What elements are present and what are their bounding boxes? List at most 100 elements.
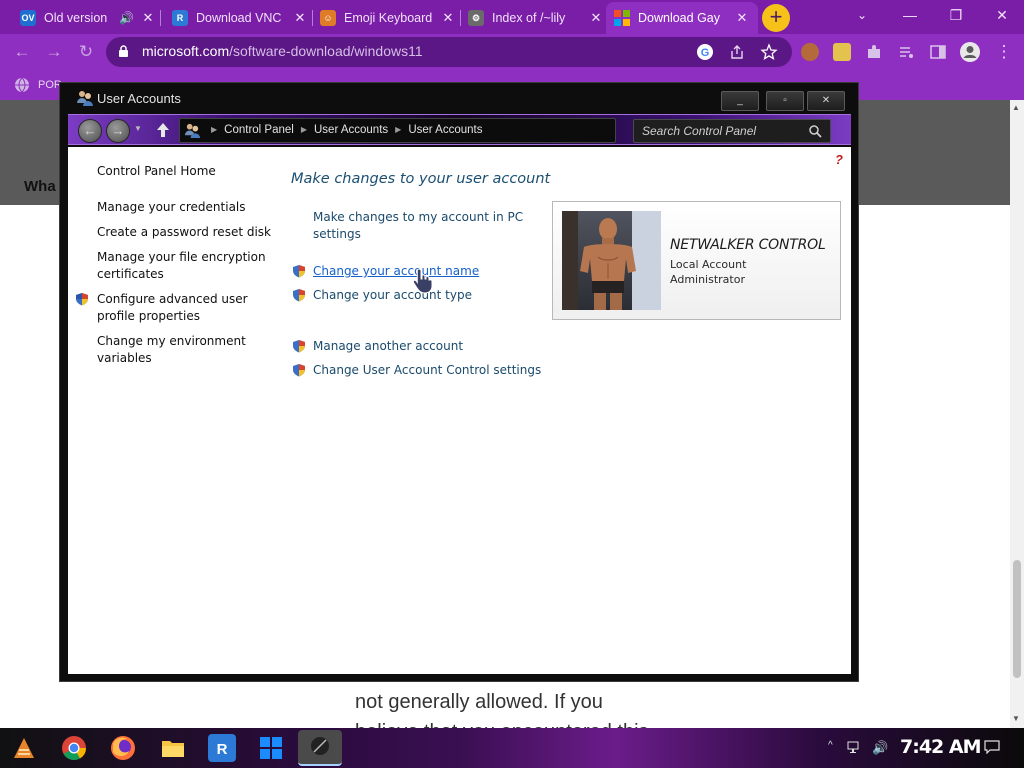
breadcrumb[interactable]: ▶ Control Panel ▶ User Accounts ▶ User Accoun… bbox=[179, 118, 616, 143]
manage-another-account-link[interactable]: Manage another account bbox=[313, 338, 463, 355]
new-tab-button[interactable]: + bbox=[762, 4, 790, 32]
network-icon[interactable] bbox=[847, 740, 863, 754]
browser-toolbar: ← → ↻ microsoft.com/software-download/wi… bbox=[0, 34, 1024, 70]
uac-shield-icon bbox=[293, 340, 305, 353]
url-text: microsoft.com/software-download/windows1… bbox=[142, 43, 423, 59]
close-browser-button[interactable]: ✕ bbox=[982, 4, 1022, 28]
webpage-text-line: not generally allowed. If you bbox=[355, 691, 603, 713]
browser-menu-icon[interactable]: ⋮ bbox=[990, 38, 1018, 66]
create-password-reset-disk-link[interactable]: Create a password reset disk bbox=[97, 224, 271, 241]
link-line: Manage your file encryption bbox=[97, 250, 266, 264]
webpage-scrollbar[interactable]: ▲ ▼ bbox=[1010, 100, 1024, 728]
control-panel-content: ? Control Panel Home Manage your credent… bbox=[68, 147, 851, 674]
address-bar[interactable]: microsoft.com/software-download/windows1… bbox=[106, 37, 792, 67]
search-placeholder: Search Control Panel bbox=[642, 124, 757, 138]
minimize-browser-button[interactable]: — bbox=[890, 4, 930, 28]
close-window-button[interactable]: ✕ bbox=[807, 91, 845, 111]
breadcrumb-user-accounts-current[interactable]: User Accounts bbox=[408, 124, 482, 136]
bookmark-star-icon[interactable] bbox=[760, 43, 778, 61]
windows-start-icon[interactable] bbox=[257, 734, 285, 762]
profile-avatar-icon[interactable] bbox=[959, 41, 981, 63]
taskbar-clock[interactable]: 7:42 AM bbox=[900, 736, 981, 758]
uac-shield-icon bbox=[293, 364, 305, 377]
tab-search-icon[interactable]: ⌄ bbox=[842, 4, 882, 28]
chrome-icon[interactable] bbox=[60, 734, 88, 762]
tab-download-vnc[interactable]: R Download VNC ✕ bbox=[164, 2, 316, 34]
maximize-window-button[interactable]: ▫ bbox=[766, 91, 804, 111]
control-panel-home-link[interactable]: Control Panel Home bbox=[97, 163, 216, 180]
notifications-icon[interactable] bbox=[984, 740, 1000, 754]
link-line: settings bbox=[313, 227, 361, 241]
start-menu-icon[interactable] bbox=[10, 734, 38, 762]
media-control-icon[interactable] bbox=[897, 43, 915, 61]
forward-arrow-icon[interactable]: → bbox=[40, 38, 68, 66]
close-tab-icon[interactable]: ✕ bbox=[588, 10, 604, 26]
link-line: profile properties bbox=[97, 309, 200, 323]
svg-text:R: R bbox=[217, 741, 228, 758]
back-arrow-icon[interactable]: ← bbox=[8, 38, 36, 66]
manage-file-encryption-link[interactable]: Manage your file encryption certificates bbox=[97, 249, 266, 283]
pc-settings-link[interactable]: Make changes to my account in PC setting… bbox=[313, 209, 523, 243]
recent-locations-chevron-icon[interactable]: ▼ bbox=[134, 124, 142, 133]
show-hidden-icons-chevron-icon[interactable]: ^ bbox=[828, 740, 833, 751]
realvnc-icon[interactable]: R bbox=[208, 734, 236, 762]
emoji-extension-icon[interactable] bbox=[833, 43, 851, 61]
file-explorer-icon[interactable] bbox=[159, 734, 187, 762]
breadcrumb-user-accounts[interactable]: User Accounts bbox=[314, 124, 388, 136]
tab-index-of-lily[interactable]: ⚙ Index of /~lily ✕ bbox=[460, 2, 612, 34]
user-accounts-icon bbox=[184, 123, 201, 139]
reload-icon[interactable]: ↻ bbox=[72, 38, 100, 66]
change-account-name-link[interactable]: Change your account name bbox=[313, 263, 479, 280]
realvnc-icon: R bbox=[172, 10, 188, 26]
configure-advanced-profile-link[interactable]: Configure advanced user profile properti… bbox=[97, 291, 248, 325]
search-icon[interactable] bbox=[808, 124, 822, 138]
ov-icon: OV bbox=[20, 10, 36, 26]
breadcrumb-control-panel[interactable]: Control Panel bbox=[224, 124, 294, 136]
google-icon[interactable]: G bbox=[696, 43, 714, 61]
emoji-icon: ☺ bbox=[320, 10, 336, 26]
speaker-icon: 🔊 bbox=[119, 11, 134, 25]
tab-title: Download VNC bbox=[196, 11, 282, 25]
forward-arrow-icon[interactable]: → bbox=[106, 119, 130, 143]
active-app-button[interactable] bbox=[298, 730, 342, 766]
uac-settings-link[interactable]: Change User Account Control settings bbox=[313, 362, 541, 379]
svg-text:G: G bbox=[701, 47, 710, 59]
help-icon[interactable]: ? bbox=[835, 152, 843, 167]
extensions-puzzle-icon[interactable] bbox=[865, 43, 883, 61]
account-tile: NETWALKER CONTROL Local Account Administ… bbox=[552, 201, 841, 320]
link-line: certificates bbox=[97, 267, 164, 281]
change-environment-variables-link[interactable]: Change my environment variables bbox=[97, 333, 246, 367]
scroll-up-arrow-icon[interactable]: ▲ bbox=[1012, 103, 1020, 112]
scrollbar-thumb[interactable] bbox=[1013, 560, 1021, 678]
search-control-panel-input[interactable]: Search Control Panel bbox=[633, 119, 831, 143]
restore-browser-button[interactable]: ❐ bbox=[936, 4, 976, 28]
user-accounts-icon bbox=[77, 91, 93, 106]
chevron-right-icon[interactable]: ▶ bbox=[301, 125, 307, 134]
minimize-window-button[interactable]: _ bbox=[721, 91, 759, 111]
account-picture[interactable] bbox=[562, 211, 661, 310]
manage-credentials-link[interactable]: Manage your credentials bbox=[97, 199, 246, 216]
extension-avatar-icon[interactable] bbox=[801, 43, 819, 61]
link-line: Make changes to my account in PC bbox=[313, 210, 524, 224]
chevron-right-icon[interactable]: ▶ bbox=[211, 125, 217, 134]
link-line: Change my environment bbox=[97, 334, 246, 348]
close-tab-icon[interactable]: ✕ bbox=[292, 10, 308, 26]
volume-icon[interactable]: 🔊 bbox=[872, 740, 888, 756]
tab-download-gay[interactable]: Download Gay ✕ bbox=[606, 2, 758, 34]
back-arrow-icon[interactable]: ← bbox=[78, 119, 102, 143]
close-tab-icon[interactable]: ✕ bbox=[734, 10, 750, 26]
close-tab-icon[interactable]: ✕ bbox=[440, 10, 456, 26]
side-panel-icon[interactable] bbox=[929, 43, 947, 61]
chevron-right-icon[interactable]: ▶ bbox=[395, 125, 401, 134]
change-account-type-link[interactable]: Change your account type bbox=[313, 287, 472, 304]
scroll-down-arrow-icon[interactable]: ▼ bbox=[1012, 714, 1020, 723]
user-accounts-window: User Accounts _ ▫ ✕ ← → ▼ ▶ Control Panel… bbox=[59, 82, 859, 682]
firefox-icon[interactable] bbox=[109, 734, 137, 762]
tab-old-version[interactable]: OV Old version 🔊 ✕ bbox=[12, 2, 164, 34]
close-tab-icon[interactable]: ✕ bbox=[140, 10, 156, 26]
up-arrow-icon[interactable] bbox=[154, 121, 172, 139]
share-icon[interactable] bbox=[728, 43, 746, 61]
tab-separator bbox=[160, 10, 161, 26]
account-type: Local Account bbox=[670, 258, 747, 271]
tab-emoji-keyboard[interactable]: ☺ Emoji Keyboard ✕ bbox=[312, 2, 464, 34]
